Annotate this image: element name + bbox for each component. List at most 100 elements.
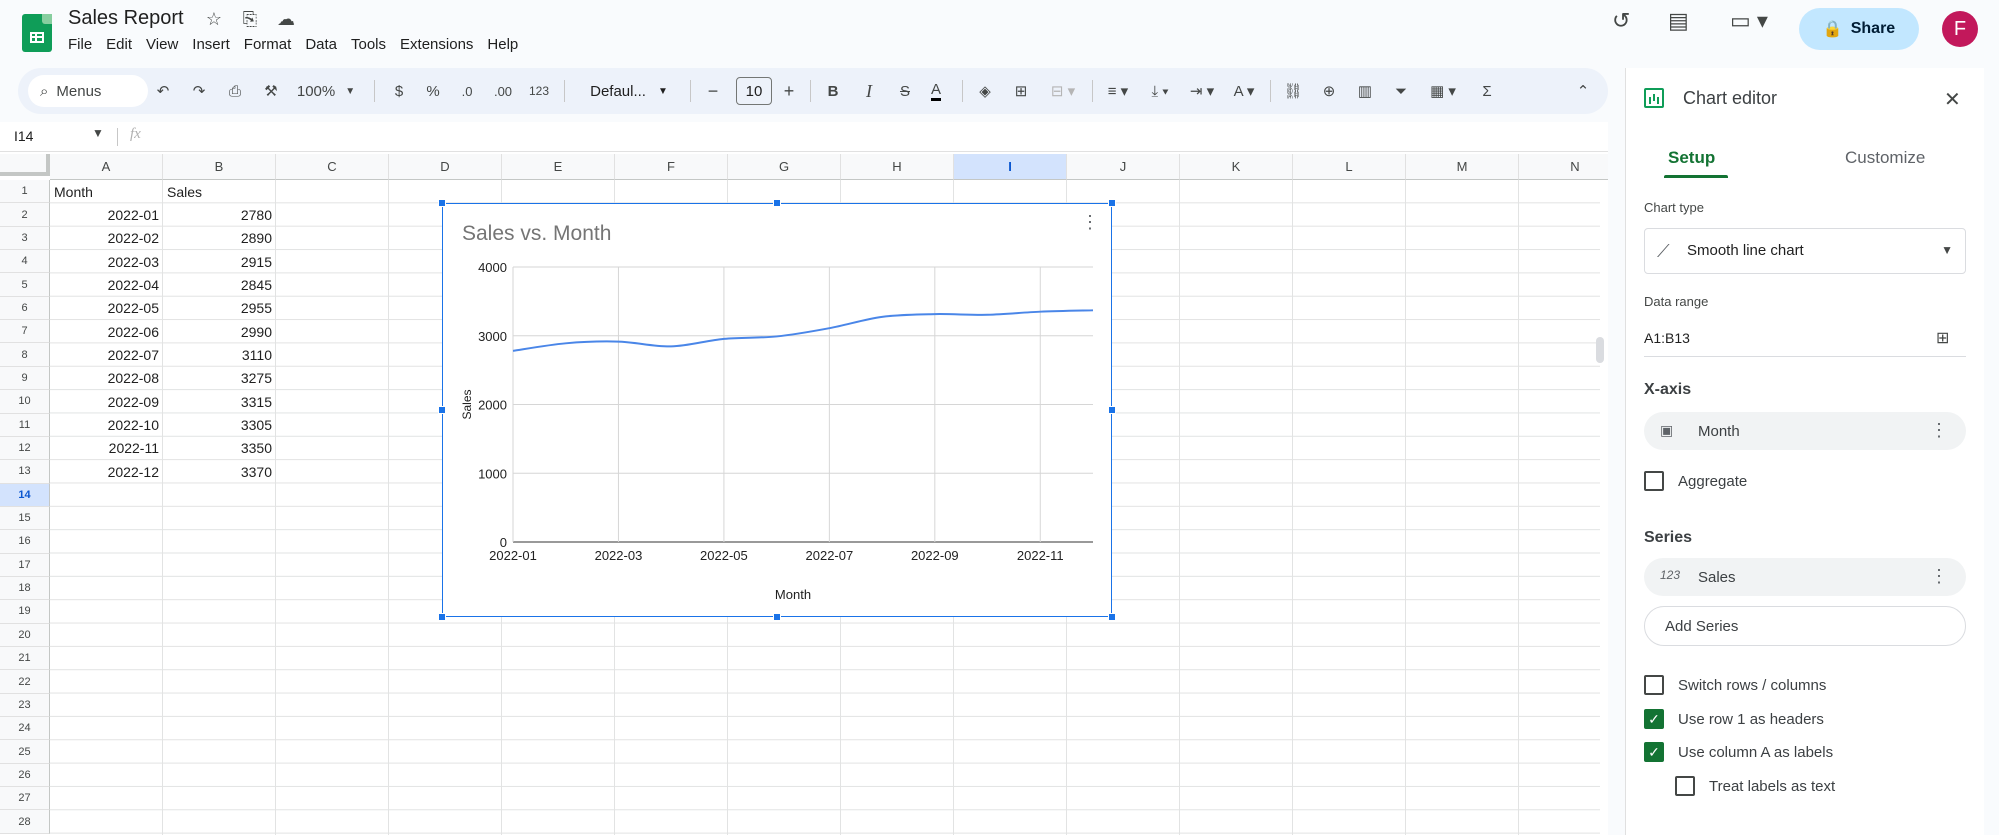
menu-view[interactable]: View bbox=[146, 36, 185, 53]
row-header-15[interactable]: 15 bbox=[0, 506, 50, 531]
row-header-21[interactable]: 21 bbox=[0, 647, 50, 671]
x-axis-chip[interactable]: ▣ Month ⋮ bbox=[1644, 412, 1966, 450]
chart-title[interactable]: Sales vs. Month bbox=[462, 222, 611, 246]
row-header-7[interactable]: 7 bbox=[0, 320, 50, 344]
move-folder-icon[interactable]: ⎘ bbox=[238, 9, 262, 30]
row-header-11[interactable]: 11 bbox=[0, 413, 50, 437]
font-size-input[interactable]: 10 bbox=[736, 77, 772, 105]
cell-sales[interactable]: 2780 bbox=[163, 203, 276, 226]
menu-edit[interactable]: Edit bbox=[106, 36, 139, 53]
data-range-input[interactable]: A1:B13 bbox=[1644, 330, 1690, 346]
column-header-h[interactable]: H bbox=[841, 154, 954, 180]
increase-font-size-icon[interactable]: + bbox=[774, 68, 804, 114]
labels-as-text-option[interactable]: Treat labels as text bbox=[1675, 775, 1835, 797]
cell-sales[interactable]: 2845 bbox=[163, 273, 276, 296]
switch-rows-option[interactable]: Switch rows / columns bbox=[1644, 674, 1826, 696]
paint-format-icon[interactable]: ⚒ bbox=[254, 68, 288, 114]
cell-sales[interactable]: 3350 bbox=[163, 437, 276, 460]
row-header-13[interactable]: 13 bbox=[0, 460, 50, 484]
cell-month[interactable]: 2022-08 bbox=[50, 367, 163, 390]
font-select[interactable]: Defaul... ▼ bbox=[574, 68, 684, 114]
avatar[interactable]: F bbox=[1942, 11, 1978, 47]
column-labels-option[interactable]: ✓ Use column A as labels bbox=[1644, 741, 1833, 763]
row-header-12[interactable]: 12 bbox=[0, 436, 50, 461]
row-header-1[interactable]: 1 bbox=[0, 180, 50, 204]
row-header-18[interactable]: 18 bbox=[0, 576, 50, 601]
cell-sales[interactable]: 2990 bbox=[163, 320, 276, 343]
column-header-j[interactable]: J bbox=[1067, 154, 1180, 180]
column-header-f[interactable]: F bbox=[615, 154, 728, 180]
menu-insert[interactable]: Insert bbox=[192, 36, 237, 53]
collapse-toolbar-icon[interactable]: ⌃ bbox=[1566, 68, 1600, 114]
cell-month[interactable]: 2022-04 bbox=[50, 273, 163, 296]
column-labels-checkbox[interactable]: ✓ bbox=[1644, 742, 1664, 762]
text-rotation-icon[interactable]: A ▾ bbox=[1224, 68, 1264, 114]
fill-color-icon[interactable]: ◈ bbox=[968, 68, 1002, 114]
row-header-6[interactable]: 6 bbox=[0, 296, 50, 321]
cell-month[interactable]: 2022-03 bbox=[50, 250, 163, 273]
chevron-down-icon[interactable]: ▼ bbox=[92, 126, 104, 140]
chart[interactable]: 0 1000 2000 3000 4000 2022-01 2022-03 2022-05 20… bbox=[438, 199, 1116, 621]
vertical-scrollbar[interactable] bbox=[1596, 337, 1604, 363]
borders-icon[interactable]: ⊞ bbox=[1004, 68, 1038, 114]
row-header-17[interactable]: 17 bbox=[0, 553, 50, 577]
row-header-24[interactable]: 24 bbox=[0, 717, 50, 741]
row-header-25[interactable]: 25 bbox=[0, 740, 50, 764]
share-button[interactable]: 🔒 Share bbox=[1799, 8, 1919, 50]
column-header-d[interactable]: D bbox=[389, 154, 502, 180]
row-headers-option[interactable]: ✓ Use row 1 as headers bbox=[1644, 708, 1824, 730]
name-box[interactable]: I14 bbox=[14, 128, 33, 144]
row-header-9[interactable]: 9 bbox=[0, 366, 50, 391]
sheets-logo-icon[interactable] bbox=[22, 14, 52, 52]
filter-icon[interactable]: ⏷ bbox=[1384, 68, 1418, 114]
merge-cells-icon[interactable]: ⊟ ▾ bbox=[1040, 68, 1086, 114]
add-series-button[interactable]: Add Series bbox=[1644, 606, 1966, 646]
version-history-icon[interactable]: ↺ bbox=[1612, 8, 1630, 34]
more-vert-icon[interactable]: ⋮ bbox=[1930, 566, 1948, 587]
redo-icon[interactable]: ↷ bbox=[184, 68, 214, 114]
row-header-5[interactable]: 5 bbox=[0, 273, 50, 297]
insert-link-icon[interactable]: ⛓ bbox=[1276, 68, 1310, 114]
cell-month[interactable]: 2022-05 bbox=[50, 297, 163, 320]
row-header-3[interactable]: 3 bbox=[0, 226, 50, 251]
currency-button[interactable]: $ bbox=[384, 68, 414, 114]
strikethrough-button[interactable]: S bbox=[890, 68, 920, 114]
undo-icon[interactable]: ↶ bbox=[148, 68, 178, 114]
row-header-16[interactable]: 16 bbox=[0, 530, 50, 554]
column-header-b[interactable]: B bbox=[163, 154, 276, 180]
cell-month[interactable]: 2022-01 bbox=[50, 203, 163, 226]
more-vert-icon[interactable]: ⋮ bbox=[1930, 420, 1948, 441]
aggregate-checkbox[interactable] bbox=[1644, 471, 1664, 491]
row-header-23[interactable]: 23 bbox=[0, 693, 50, 718]
star-icon[interactable]: ☆ bbox=[202, 9, 226, 30]
number-format-button[interactable]: 123 bbox=[524, 68, 554, 114]
cell-sales[interactable]: 2915 bbox=[163, 250, 276, 273]
row-header-8[interactable]: 8 bbox=[0, 343, 50, 367]
tab-customize[interactable]: Customize bbox=[1845, 148, 1925, 168]
increase-decimal-button[interactable]: .00 bbox=[486, 68, 520, 114]
cell-month[interactable]: 2022-02 bbox=[50, 227, 163, 250]
row-header-19[interactable]: 19 bbox=[0, 600, 50, 624]
column-header-n[interactable]: N bbox=[1519, 154, 1608, 180]
cell-sales[interactable]: 3275 bbox=[163, 367, 276, 390]
aggregate-option[interactable]: Aggregate bbox=[1644, 470, 1747, 492]
column-header-e[interactable]: E bbox=[502, 154, 615, 180]
decrease-decimal-button[interactable]: .0 bbox=[452, 68, 482, 114]
row-header-20[interactable]: 20 bbox=[0, 623, 50, 648]
vertical-align-icon[interactable]: ⤓ ▾ bbox=[1140, 68, 1180, 114]
comments-icon[interactable]: ▤ bbox=[1668, 8, 1689, 34]
column-header-c[interactable]: C bbox=[276, 154, 389, 180]
labels-as-text-checkbox[interactable] bbox=[1675, 776, 1695, 796]
column-header-l[interactable]: L bbox=[1293, 154, 1406, 180]
chart-type-select[interactable]: ⟋ Smooth line chart ▼ bbox=[1644, 228, 1966, 274]
menu-extensions[interactable]: Extensions bbox=[400, 36, 480, 53]
functions-button[interactable]: Σ bbox=[1470, 68, 1504, 114]
meet-icon[interactable]: ▭ ▾ bbox=[1730, 8, 1768, 34]
row-header-22[interactable]: 22 bbox=[0, 670, 50, 694]
search-menus-button[interactable]: ⌕ Menus bbox=[28, 75, 148, 107]
row-header-26[interactable]: 26 bbox=[0, 763, 50, 788]
cell-month[interactable]: 2022-10 bbox=[50, 414, 163, 437]
cell-header[interactable]: Sales bbox=[163, 180, 276, 203]
cloud-status-icon[interactable]: ☁ bbox=[274, 9, 298, 30]
tab-setup[interactable]: Setup bbox=[1668, 148, 1715, 168]
